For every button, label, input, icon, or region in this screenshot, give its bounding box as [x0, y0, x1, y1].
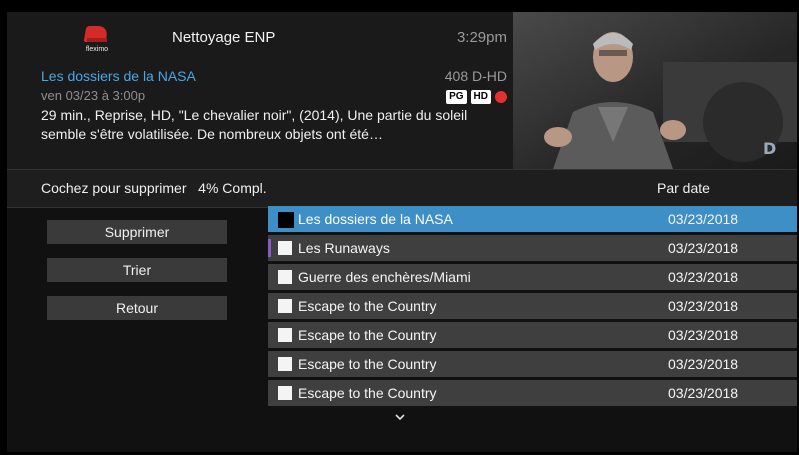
video-preview: D — [513, 12, 797, 169]
chevron-down-icon[interactable] — [395, 412, 405, 422]
recording-title: Escape to the Country — [298, 356, 437, 372]
checkbox[interactable] — [278, 357, 292, 371]
recording-date: 03/23/2018 — [668, 385, 739, 401]
clock: 3:29pm — [456, 29, 507, 46]
list-header-bar: Cochez pour supprimer 4% Compl. Par date — [7, 169, 797, 208]
checkbox[interactable] — [278, 386, 292, 400]
program-description: 29 min., Reprise, HD, "Le chevalier noir… — [41, 107, 468, 142]
dvr-screen: fleximo Nettoyage ENP 3:29pm Les dossier… — [7, 12, 797, 452]
action-menu: Supprimer Trier Retour — [47, 220, 227, 334]
recording-title: Les dossiers de la NASA — [298, 211, 453, 227]
checkbox[interactable] — [278, 270, 292, 284]
sort-button[interactable]: Trier — [47, 258, 227, 282]
logo-text: fleximo — [85, 46, 109, 53]
recording-title: Guerre des enchères/Miami — [298, 269, 471, 285]
recording-title: Escape to the Country — [298, 327, 437, 343]
checkbox[interactable] — [278, 212, 294, 228]
list-item[interactable]: Escape to the Country 03/23/2018 — [268, 322, 797, 348]
program-info-panel: fleximo Nettoyage ENP 3:29pm Les dossier… — [7, 12, 513, 169]
recording-title: Escape to the Country — [298, 298, 437, 314]
recording-date: 03/23/2018 — [668, 240, 739, 256]
rating-badge: PG — [446, 90, 467, 104]
list-item[interactable]: Escape to the Country 03/23/2018 — [268, 293, 797, 319]
list-item[interactable]: Escape to the Country 03/23/2018 — [268, 351, 797, 377]
channel-number: 408 D-HD — [444, 68, 507, 84]
back-button[interactable]: Retour — [47, 296, 227, 320]
brand-logo: fleximo — [77, 24, 117, 58]
recording-date: 03/23/2018 — [668, 211, 739, 227]
program-badges: PG HD — [446, 90, 507, 104]
checkbox[interactable] — [278, 299, 292, 313]
svg-text:D: D — [763, 139, 776, 158]
delete-hint-label: Cochez pour supprimer 4% Compl. — [41, 180, 267, 196]
recording-title: Escape to the Country — [298, 385, 437, 401]
program-title: Les dossiers de la NASA — [41, 68, 196, 84]
list-item[interactable]: Guerre des enchères/Miami 03/23/2018 — [268, 264, 797, 290]
list-item[interactable]: Les Runaways 03/23/2018 — [268, 235, 797, 261]
record-dot-icon — [495, 91, 507, 103]
status-marker — [268, 239, 271, 257]
delete-button[interactable]: Supprimer — [47, 220, 227, 244]
recording-date: 03/23/2018 — [668, 298, 739, 314]
program-airtime: ven 03/23 à 3:00p — [41, 88, 146, 103]
list-item[interactable]: Les dossiers de la NASA 03/23/2018 — [268, 206, 797, 232]
recordings-list: Les dossiers de la NASA 03/23/2018 Les R… — [268, 206, 797, 409]
checkbox[interactable] — [278, 328, 292, 342]
screen-title: Nettoyage ENP — [172, 29, 276, 46]
recording-date: 03/23/2018 — [668, 327, 739, 343]
hd-badge: HD — [470, 90, 491, 104]
recording-title: Les Runaways — [298, 240, 390, 256]
list-item[interactable]: Escape to the Country 03/23/2018 — [268, 380, 797, 406]
recording-date: 03/23/2018 — [668, 356, 739, 372]
sort-label: Par date — [657, 180, 710, 196]
checkbox[interactable] — [278, 241, 292, 255]
recording-date: 03/23/2018 — [668, 269, 739, 285]
